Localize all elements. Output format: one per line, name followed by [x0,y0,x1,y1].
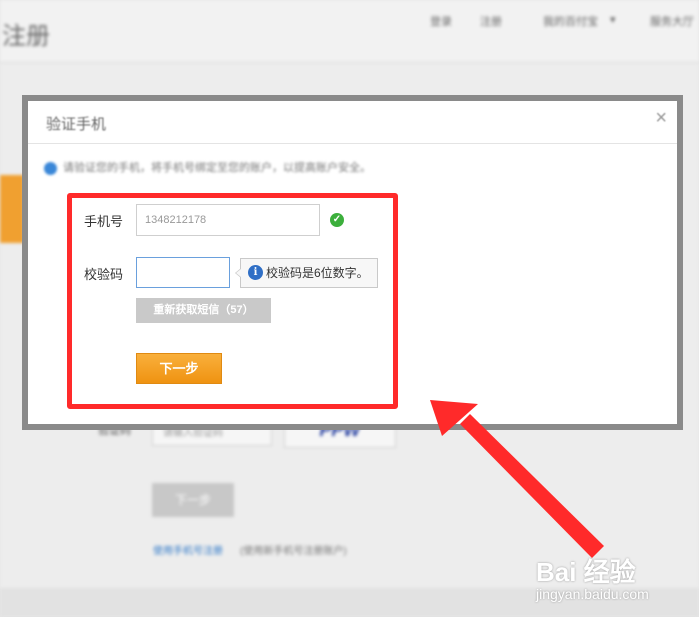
arrow-shaft [460,414,604,558]
annotation-arrow [430,400,604,558]
watermark-main: Bai 经验 [536,557,636,587]
watermark-logo: Bai 经验 jingyan.baidu.com [536,552,649,602]
watermark-sub: jingyan.baidu.com [536,586,649,602]
